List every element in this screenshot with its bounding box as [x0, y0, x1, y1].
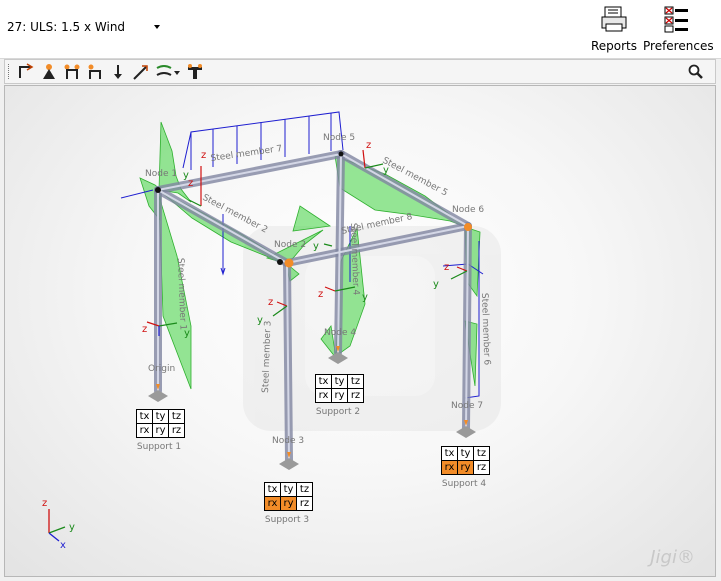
reports-button[interactable]: Reports: [590, 4, 638, 53]
reports-label: Reports: [590, 39, 638, 53]
dof-cell: rz: [168, 423, 185, 438]
support-3-label: Support 3: [264, 515, 310, 525]
node-6-label: Node 6: [452, 205, 484, 215]
point-load-icon[interactable]: [109, 63, 127, 81]
node-2-label: Node 2: [274, 240, 306, 250]
dof-cell: ry: [331, 388, 348, 403]
dof-cell: tx: [136, 409, 153, 424]
dof-cell: ty: [331, 374, 348, 389]
brand-watermark: Jigi®: [650, 547, 695, 568]
load-case-value: 27: ULS: 1.5 x Wind: [7, 20, 126, 34]
support-1-dof-table[interactable]: tx ty tz rx ry rz: [136, 409, 185, 438]
checklist-icon: [664, 6, 688, 33]
dof-cell: rx: [264, 496, 281, 511]
dof-cell: tx: [264, 482, 281, 497]
dof-cell: rz: [473, 460, 490, 475]
support-2-dof-table[interactable]: tx ty tz rx ry rz: [315, 374, 364, 403]
node-7-label: Node 7: [451, 401, 483, 411]
node-6-marker[interactable]: [464, 223, 472, 231]
origin-label: Origin: [148, 364, 175, 374]
structure-model: z y z y z y z y z y z z y y Node 1 Node …: [42, 111, 501, 551]
global-y-label: y: [69, 522, 75, 533]
axis-z-label: z: [366, 140, 371, 151]
axis-z-label: z: [142, 324, 147, 335]
dof-cell: rz: [296, 496, 313, 511]
preferences-label: Preferences: [643, 39, 714, 53]
view-toolbar: [4, 59, 716, 84]
toolbar-grip[interactable]: [8, 64, 11, 79]
axis-z-label: z: [318, 289, 323, 300]
dof-cell: tx: [441, 446, 458, 461]
dof-cell: ty: [280, 482, 297, 497]
frame-tool-icon[interactable]: [63, 63, 81, 81]
node-4-label: Node 4: [324, 328, 356, 338]
support-4-label: Support 4: [441, 479, 487, 489]
node-2-release-marker[interactable]: [284, 258, 294, 268]
hinge-tool-icon[interactable]: [86, 63, 104, 81]
global-x-label: x: [60, 540, 66, 551]
dof-cell: tz: [296, 482, 313, 497]
dof-cell: tz: [473, 446, 490, 461]
zoom-icon[interactable]: [687, 63, 705, 81]
dof-cell: ty: [152, 409, 169, 424]
preferences-button[interactable]: Preferences: [643, 4, 714, 53]
node-1-marker[interactable]: [155, 187, 161, 193]
load-case-dropdown[interactable]: 27: ULS: 1.5 x Wind: [3, 17, 163, 37]
dof-cell: ry: [280, 496, 297, 511]
support-1-label: Support 1: [136, 442, 182, 452]
support-2-label: Support 2: [315, 407, 361, 417]
global-z-label: z: [42, 498, 47, 509]
member-tool-icon[interactable]: [17, 63, 35, 81]
dof-cell: tx: [315, 374, 332, 389]
settings-tool-icon[interactable]: [186, 63, 204, 81]
axis-z-label: z: [444, 262, 449, 273]
support-3-dof-table[interactable]: tx ty tz rx ry rz: [264, 482, 313, 511]
member-7-label: Steel member 7: [210, 144, 283, 164]
dof-cell: rz: [347, 388, 364, 403]
top-bar: 27: ULS: 1.5 x Wind Reports Preferences: [0, 0, 721, 59]
line-load-icon[interactable]: [132, 63, 150, 81]
dof-cell: rx: [136, 423, 153, 438]
dof-cell: ry: [152, 423, 169, 438]
support-tool-icon[interactable]: [40, 63, 58, 81]
model-viewport[interactable]: z y z y z y z y z y z z y y Node 1 Node …: [4, 85, 716, 577]
axis-y-label: y: [313, 241, 319, 252]
dof-cell: ty: [457, 446, 474, 461]
dof-cell: ry: [457, 460, 474, 475]
node-5-marker[interactable]: [338, 151, 344, 157]
node-1-label: Node 1: [145, 169, 177, 179]
axis-z-label: z: [268, 297, 273, 308]
dof-cell: rx: [315, 388, 332, 403]
dof-cell: tz: [168, 409, 185, 424]
support-4-dof-table[interactable]: tx ty tz rx ry rz: [441, 446, 490, 475]
printer-icon: [601, 6, 627, 32]
dof-cell: tz: [347, 374, 364, 389]
node-3-label: Node 3: [272, 436, 304, 446]
axis-y-label: y: [257, 315, 263, 326]
axis-z-label: z: [188, 178, 193, 189]
axis-z-label: z: [201, 150, 206, 161]
distributed-load-icon[interactable]: [155, 63, 181, 81]
chevron-down-icon: [154, 25, 160, 29]
dof-cell: rx: [441, 460, 458, 475]
node-5-label: Node 5: [323, 133, 355, 143]
axis-y-label: y: [433, 279, 439, 290]
axis-y-label: y: [362, 292, 368, 303]
node-2-marker[interactable]: [277, 259, 283, 265]
global-axis-triad: z y x: [42, 498, 75, 551]
